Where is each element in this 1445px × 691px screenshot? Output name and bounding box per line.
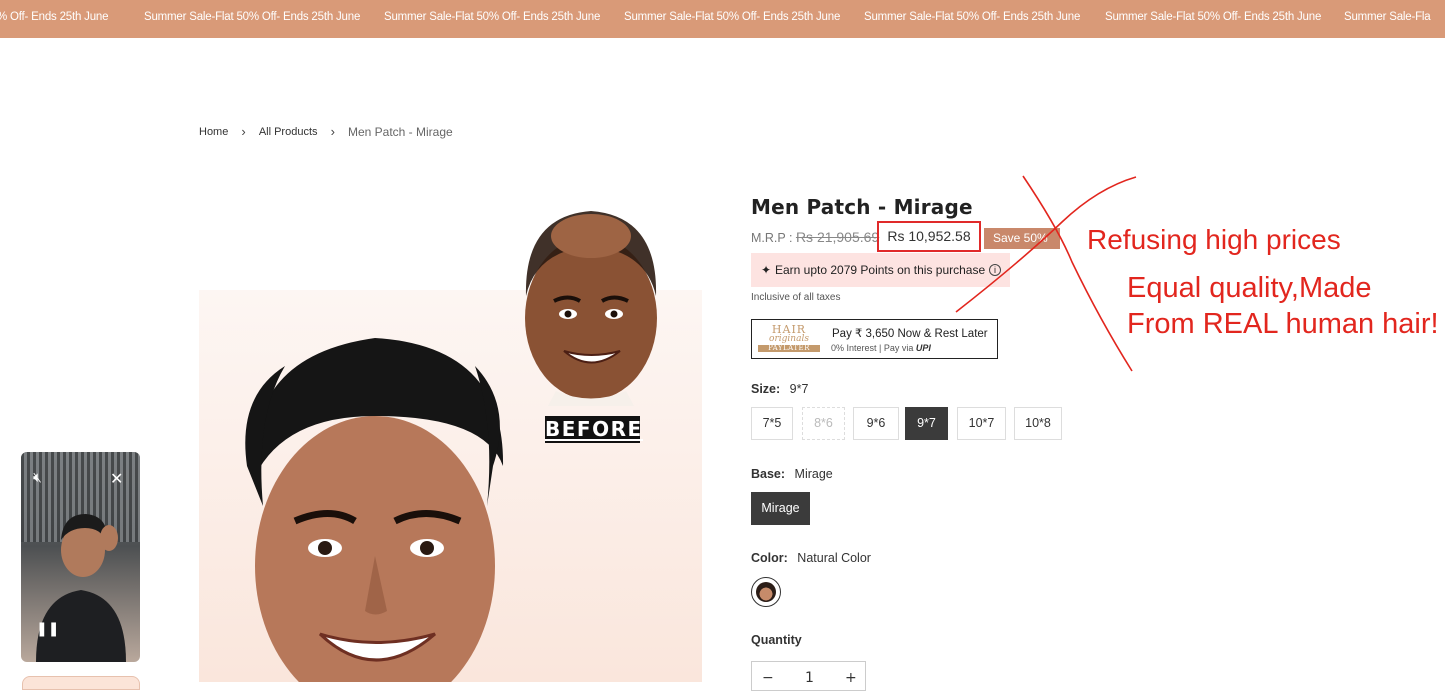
annotation-line-3: From REAL human hair!	[1127, 308, 1439, 340]
size-selected-value: 9*7	[789, 382, 809, 396]
size-option-10x8[interactable]: 10*8	[1014, 407, 1062, 440]
upi-logo-icon: UPI	[915, 343, 931, 353]
minus-icon[interactable]: −	[762, 670, 774, 686]
size-option-9x6[interactable]: 9*6	[853, 407, 899, 440]
mrp-label: M.R.P :	[751, 231, 793, 245]
color-swatch-natural[interactable]	[751, 577, 781, 607]
color-selected-value: Natural Color	[797, 551, 871, 565]
close-icon[interactable]: ✕	[110, 469, 123, 488]
announcement-item: Summer Sale-Fla	[1344, 11, 1431, 23]
size-label: Size:	[751, 382, 781, 396]
announcement-bar: % Off- Ends 25th June Summer Sale-Flat 5…	[0, 0, 1445, 38]
mrp-value: Rs 21,905.69	[795, 229, 880, 245]
quantity-value[interactable]: 1	[805, 670, 814, 686]
paylater-subline: 0% Interest | Pay via UPI	[831, 343, 931, 353]
size-label-row: Size: 9*7	[751, 382, 808, 396]
paylater-headline: Pay ₹ 3,650 Now & Rest Later	[832, 328, 988, 340]
paylater-widget[interactable]: HAIR originals PAYLATER Pay ₹ 3,650 Now …	[751, 319, 998, 359]
annotation-line-2: Equal quality,Made	[1127, 272, 1372, 304]
product-title: Men Patch - Mirage	[751, 195, 973, 219]
announcement-item: Summer Sale-Flat 50% Off- Ends 25th June	[144, 11, 361, 23]
base-option-mirage[interactable]: Mirage	[751, 492, 810, 525]
quantity-label: Quantity	[751, 633, 802, 647]
size-option-10x7[interactable]: 10*7	[957, 407, 1006, 440]
info-icon[interactable]: i	[989, 264, 1001, 276]
breadcrumb-all-products[interactable]: All Products	[259, 126, 318, 138]
size-option-7x5[interactable]: 7*5	[751, 407, 793, 440]
announcement-item: Summer Sale-Flat 50% Off- Ends 25th June	[384, 11, 601, 23]
before-face-image	[525, 211, 657, 406]
announcement-item: Summer Sale-Flat 50% Off- Ends 25th June	[1105, 11, 1322, 23]
quantity-stepper[interactable]: − 1 +	[751, 661, 866, 691]
save-badge: Save 50%	[984, 228, 1060, 249]
taxes-note: Inclusive of all taxes	[751, 292, 841, 303]
announcement-item: Summer Sale-Flat 50% Off- Ends 25th June	[624, 11, 841, 23]
size-option-8x6[interactable]: 8*6	[802, 407, 845, 440]
color-label: Color:	[751, 551, 788, 565]
base-selected-value: Mirage	[794, 467, 833, 481]
annotation-line-1: Refusing high prices	[1087, 224, 1341, 255]
before-label: BEFORE	[545, 416, 643, 443]
mute-icon[interactable]: 🔇︎	[33, 470, 42, 486]
breadcrumb: Home › All Products › Men Patch - Mirage	[199, 124, 453, 139]
points-text: Earn upto 2079 Points on this purchase	[775, 263, 986, 277]
plus-icon[interactable]: +	[845, 670, 857, 686]
floating-pill-button[interactable]	[22, 676, 140, 690]
color-label-row: Color: Natural Color	[751, 551, 871, 565]
pause-icon[interactable]: ❚❚	[36, 621, 59, 637]
breadcrumb-current: Men Patch - Mirage	[347, 124, 453, 139]
announcement-item: % Off- Ends 25th June	[0, 11, 109, 23]
floating-video-player[interactable]: 🔇︎ ✕ ❚❚	[21, 452, 140, 662]
points-banner: ✦ Earn upto 2079 Points on this purchase…	[751, 253, 1010, 287]
base-label-row: Base: Mirage	[751, 467, 833, 481]
announcement-item: Summer Sale-Flat 50% Off- Ends 25th June	[864, 11, 1081, 23]
size-option-9x7[interactable]: 9*7	[905, 407, 948, 440]
sale-price: Rs 10,952.58	[877, 221, 981, 252]
chevron-right-icon: ›	[330, 124, 335, 139]
base-label: Base:	[751, 467, 786, 481]
chevron-right-icon: ›	[241, 124, 246, 139]
breadcrumb-home[interactable]: Home	[199, 126, 228, 138]
video-person	[36, 514, 126, 662]
hair-originals-paylater-logo: HAIR originals PAYLATER	[758, 322, 820, 356]
mrp-row: M.R.P : Rs 21,905.69	[751, 229, 879, 245]
sparkle-icon: ✦	[761, 263, 772, 277]
after-face-image	[245, 338, 504, 682]
